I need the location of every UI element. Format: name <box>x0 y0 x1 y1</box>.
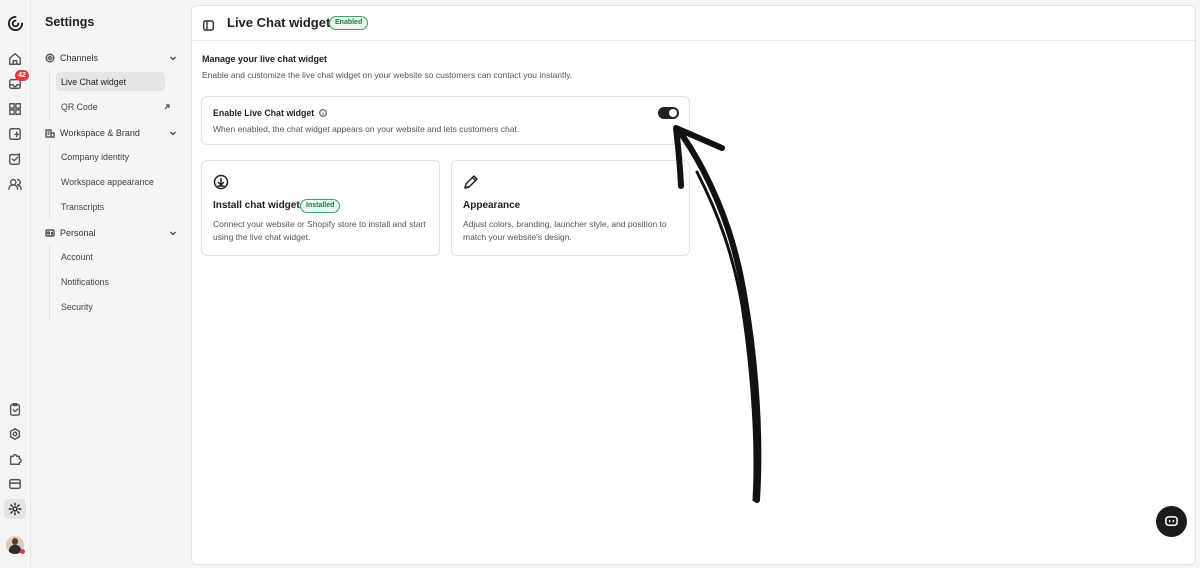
sidebar-item-live-chat-widget[interactable]: Live Chat widget <box>56 72 165 91</box>
sidebar-item-notifications[interactable]: Notifications <box>56 272 165 291</box>
appearance-title: Appearance <box>463 200 521 211</box>
sidebar-item-account[interactable]: Account <box>56 247 165 266</box>
install-widget-card[interactable]: Install chat widget Installed Connect yo… <box>201 160 440 256</box>
settings-sidebar: Settings Channels Live Chat widget QR Co… <box>31 0 190 568</box>
enable-widget-card: Enable Live Chat widget When enabled, th… <box>201 96 690 145</box>
installed-badge: Installed <box>300 199 341 213</box>
section-label: Personal <box>60 228 96 238</box>
toggle-knob <box>669 109 677 117</box>
inbox-badge: 42 <box>15 70 29 81</box>
apps-icon[interactable] <box>7 101 23 117</box>
page-title: Live Chat widget <box>227 15 331 30</box>
main-panel: Live Chat widget Enabled Manage your liv… <box>191 5 1196 565</box>
icon-rail: 42 <box>0 0 31 568</box>
pen-icon <box>463 174 479 190</box>
external-link-icon <box>164 103 170 109</box>
chevron-down-icon <box>169 131 177 136</box>
enable-widget-toggle[interactable] <box>658 107 679 119</box>
appearance-card[interactable]: Appearance Adjust colors, branding, laun… <box>451 160 690 256</box>
enable-widget-title: Enable Live Chat widget <box>213 108 328 118</box>
section-channels[interactable]: Channels <box>45 50 177 66</box>
section-description: Enable and customize the live chat widge… <box>202 70 573 80</box>
billing-card-icon[interactable] <box>7 476 23 492</box>
settings-gear-icon[interactable] <box>7 501 23 517</box>
section-personal[interactable]: Personal <box>45 225 177 241</box>
divider <box>49 145 50 220</box>
sidebar-item-workspace-appearance[interactable]: Workspace appearance <box>56 172 165 191</box>
chat-launcher-button[interactable] <box>1156 506 1187 537</box>
sidebar-title: Settings <box>45 15 95 29</box>
clipboard-icon[interactable] <box>7 401 23 417</box>
section-heading: Manage your live chat widget <box>202 54 328 64</box>
install-widget-title: Install chat widget <box>213 200 300 211</box>
building-icon <box>45 129 55 138</box>
home-icon[interactable] <box>7 51 23 67</box>
notes-icon[interactable] <box>7 126 23 142</box>
chevron-down-icon <box>169 56 177 61</box>
id-card-icon <box>45 229 55 237</box>
info-icon[interactable] <box>319 109 328 117</box>
status-badge: Enabled <box>329 16 369 30</box>
appearance-description: Adjust colors, branding, launcher style,… <box>463 219 667 242</box>
integrations-icon[interactable] <box>7 426 23 442</box>
chevron-down-icon <box>169 231 177 236</box>
sidebar-item-security[interactable]: Security <box>56 297 165 316</box>
status-dot <box>20 549 25 554</box>
sidebar-item-company-identity[interactable]: Company identity <box>56 147 165 166</box>
channels-icon <box>45 53 55 63</box>
divider <box>49 70 50 120</box>
top-bar: Live Chat widget Enabled <box>192 6 1195 41</box>
section-label: Workspace & Brand <box>60 128 140 138</box>
contacts-icon[interactable] <box>7 176 23 192</box>
chat-bubble-icon <box>1165 516 1178 526</box>
install-widget-description: Connect your website or Shopify store to… <box>213 219 426 242</box>
sidebar-toggle-icon[interactable] <box>202 18 215 31</box>
section-label: Channels <box>60 53 99 63</box>
download-circle-icon <box>213 174 229 190</box>
puzzle-icon[interactable] <box>7 451 23 467</box>
section-workspace-brand[interactable]: Workspace & Brand <box>45 125 177 141</box>
enable-widget-description: When enabled, the chat widget appears on… <box>213 124 520 134</box>
sidebar-item-qr-code[interactable]: QR Code <box>56 97 170 116</box>
sidebar-item-transcripts[interactable]: Transcripts <box>56 197 165 216</box>
app-logo-icon[interactable] <box>6 14 24 32</box>
divider <box>49 245 50 320</box>
tasks-icon[interactable] <box>7 151 23 167</box>
